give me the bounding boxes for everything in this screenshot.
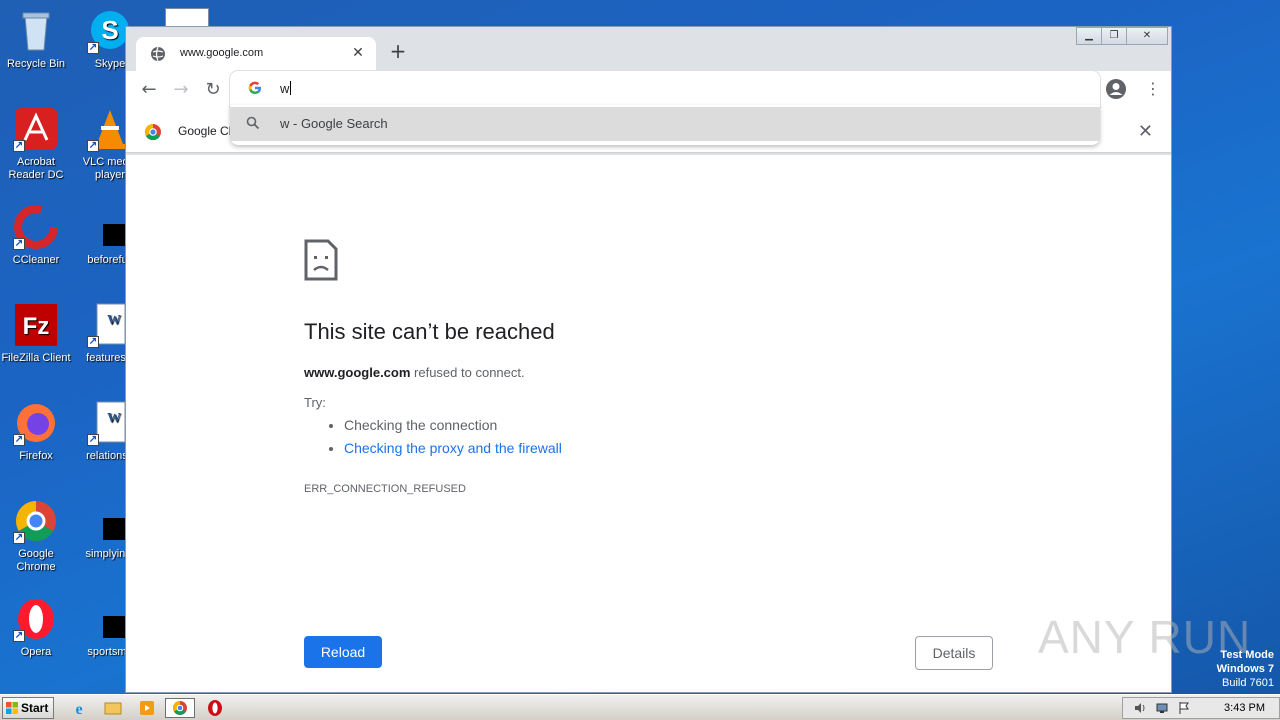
volume-icon[interactable] bbox=[1133, 701, 1147, 715]
desktop-icon-label: CCleaner bbox=[12, 254, 60, 266]
desktop-icon-filezilla[interactable]: Fz FileZilla Client bbox=[0, 302, 74, 365]
reload-icon[interactable]: ↻ bbox=[200, 77, 226, 103]
start-button[interactable]: Start bbox=[2, 697, 54, 719]
desktop-icon-label: Acrobat Reader DC bbox=[8, 156, 64, 181]
address-bar[interactable]: w bbox=[230, 71, 1100, 107]
tab-title: www.google.com bbox=[180, 47, 264, 59]
chrome-small-icon bbox=[144, 123, 161, 141]
new-tab-button[interactable]: + bbox=[388, 41, 408, 61]
minimize-button[interactable]: ▁ bbox=[1076, 27, 1102, 45]
error-message: www.google.com refused to connect. bbox=[304, 365, 525, 380]
desktop-icon-chrome[interactable]: ↗ Google Chrome bbox=[0, 498, 74, 574]
toolbar: ← → ↻ w w - Google Search ⋮ bbox=[126, 71, 1171, 145]
restore-button[interactable]: ❐ bbox=[1101, 27, 1127, 45]
error-host: www.google.com bbox=[304, 365, 411, 380]
suggestion-item: Checking the connection bbox=[344, 417, 562, 433]
desktop-icon-acrobat[interactable]: ↗ Acrobat Reader DC bbox=[0, 106, 74, 182]
desktop-icon-label: Google Chrome bbox=[16, 548, 56, 573]
details-button[interactable]: Details bbox=[915, 636, 993, 670]
svg-text:W: W bbox=[107, 411, 121, 426]
omnibox-suggestions: w - Google Search bbox=[230, 105, 1100, 145]
firefox-icon: ↗ bbox=[13, 400, 59, 446]
tab-strip: www.google.com ✕ + ▁ ❐ ✕ bbox=[126, 27, 1171, 71]
suggestion-row[interactable]: w - Google Search bbox=[230, 107, 1100, 141]
ie-icon[interactable]: e bbox=[68, 698, 90, 718]
chrome-window: www.google.com ✕ + ▁ ❐ ✕ ← → ↻ w w - Goo… bbox=[125, 26, 1172, 693]
error-code: ERR_CONNECTION_REFUSED bbox=[304, 483, 466, 495]
close-window-button[interactable]: ✕ bbox=[1126, 27, 1168, 45]
action-center-flag-icon[interactable] bbox=[1177, 701, 1191, 715]
forward-button[interactable]: → bbox=[168, 77, 194, 103]
tab-close-icon[interactable]: ✕ bbox=[350, 45, 366, 61]
suggestion-text: w - Google Search bbox=[280, 116, 388, 131]
explorer-folder-icon[interactable] bbox=[102, 698, 124, 718]
svg-text:Fz: Fz bbox=[23, 313, 50, 340]
clock[interactable]: 3:43 PM bbox=[1224, 702, 1265, 714]
infobar-close-icon[interactable]: ✕ bbox=[1138, 121, 1153, 142]
google-g-icon bbox=[248, 81, 261, 94]
chrome-icon: ↗ bbox=[13, 498, 59, 544]
taskbar-chrome-button[interactable] bbox=[165, 698, 195, 718]
try-label: Try: bbox=[304, 395, 326, 410]
recycle-bin-icon bbox=[13, 8, 59, 54]
desktop-icon-firefox[interactable]: ↗ Firefox bbox=[0, 400, 74, 463]
sad-page-icon bbox=[304, 239, 338, 281]
desktop-icon-ccleaner[interactable]: ↗ CCleaner bbox=[0, 204, 74, 267]
desktop-icon-label: Opera bbox=[20, 646, 52, 658]
desktop-icon-opera[interactable]: ↗ Opera bbox=[0, 596, 74, 659]
suggestion-link[interactable]: Checking the proxy and the firewall bbox=[344, 440, 562, 456]
globe-icon bbox=[151, 46, 165, 62]
svg-text:W: W bbox=[107, 313, 121, 328]
error-suggestions: Checking the connection Checking the pro… bbox=[344, 417, 562, 463]
acrobat-icon: ↗ bbox=[13, 106, 59, 152]
reload-button[interactable]: Reload bbox=[304, 636, 382, 668]
text-caret bbox=[290, 81, 292, 95]
desktop-icon-doc-partial[interactable] bbox=[165, 8, 209, 28]
desktop-icon-label: Recycle Bin bbox=[6, 58, 66, 70]
desktop-icon-recycle-bin[interactable]: Recycle Bin bbox=[0, 8, 74, 71]
svg-text:S: S bbox=[101, 15, 118, 45]
windows-test-mode-notice: Test Mode Windows 7 Build 7601 bbox=[1216, 649, 1274, 689]
address-input[interactable]: w bbox=[280, 81, 292, 96]
taskbar: Start e 3:43 PM bbox=[0, 694, 1280, 720]
tab-google[interactable]: www.google.com ✕ bbox=[136, 37, 376, 71]
infobar-text: Google Cl bbox=[178, 124, 232, 138]
opera-taskbar-icon[interactable] bbox=[204, 698, 226, 718]
error-title: This site can’t be reached bbox=[304, 319, 555, 344]
back-button[interactable]: ← bbox=[136, 77, 162, 103]
network-icon[interactable] bbox=[1155, 701, 1169, 715]
error-message-text: refused to connect. bbox=[410, 365, 525, 380]
filezilla-icon: Fz bbox=[13, 302, 59, 348]
profile-avatar-icon[interactable] bbox=[1105, 78, 1127, 100]
system-tray: 3:43 PM bbox=[1122, 697, 1280, 719]
desktop-icon-label: FileZilla Client bbox=[1, 352, 71, 364]
windows-logo-icon bbox=[6, 702, 18, 714]
chrome-icon bbox=[173, 701, 187, 715]
search-icon bbox=[246, 116, 260, 130]
menu-kebab-icon[interactable]: ⋮ bbox=[1145, 78, 1161, 100]
svg-text:e: e bbox=[75, 701, 82, 718]
desktop-icon-label: Firefox bbox=[19, 450, 53, 462]
opera-icon: ↗ bbox=[13, 596, 59, 642]
media-player-icon[interactable] bbox=[136, 698, 158, 718]
ccleaner-icon: ↗ bbox=[13, 204, 59, 250]
error-page: This site can’t be reached www.google.co… bbox=[126, 155, 1171, 692]
